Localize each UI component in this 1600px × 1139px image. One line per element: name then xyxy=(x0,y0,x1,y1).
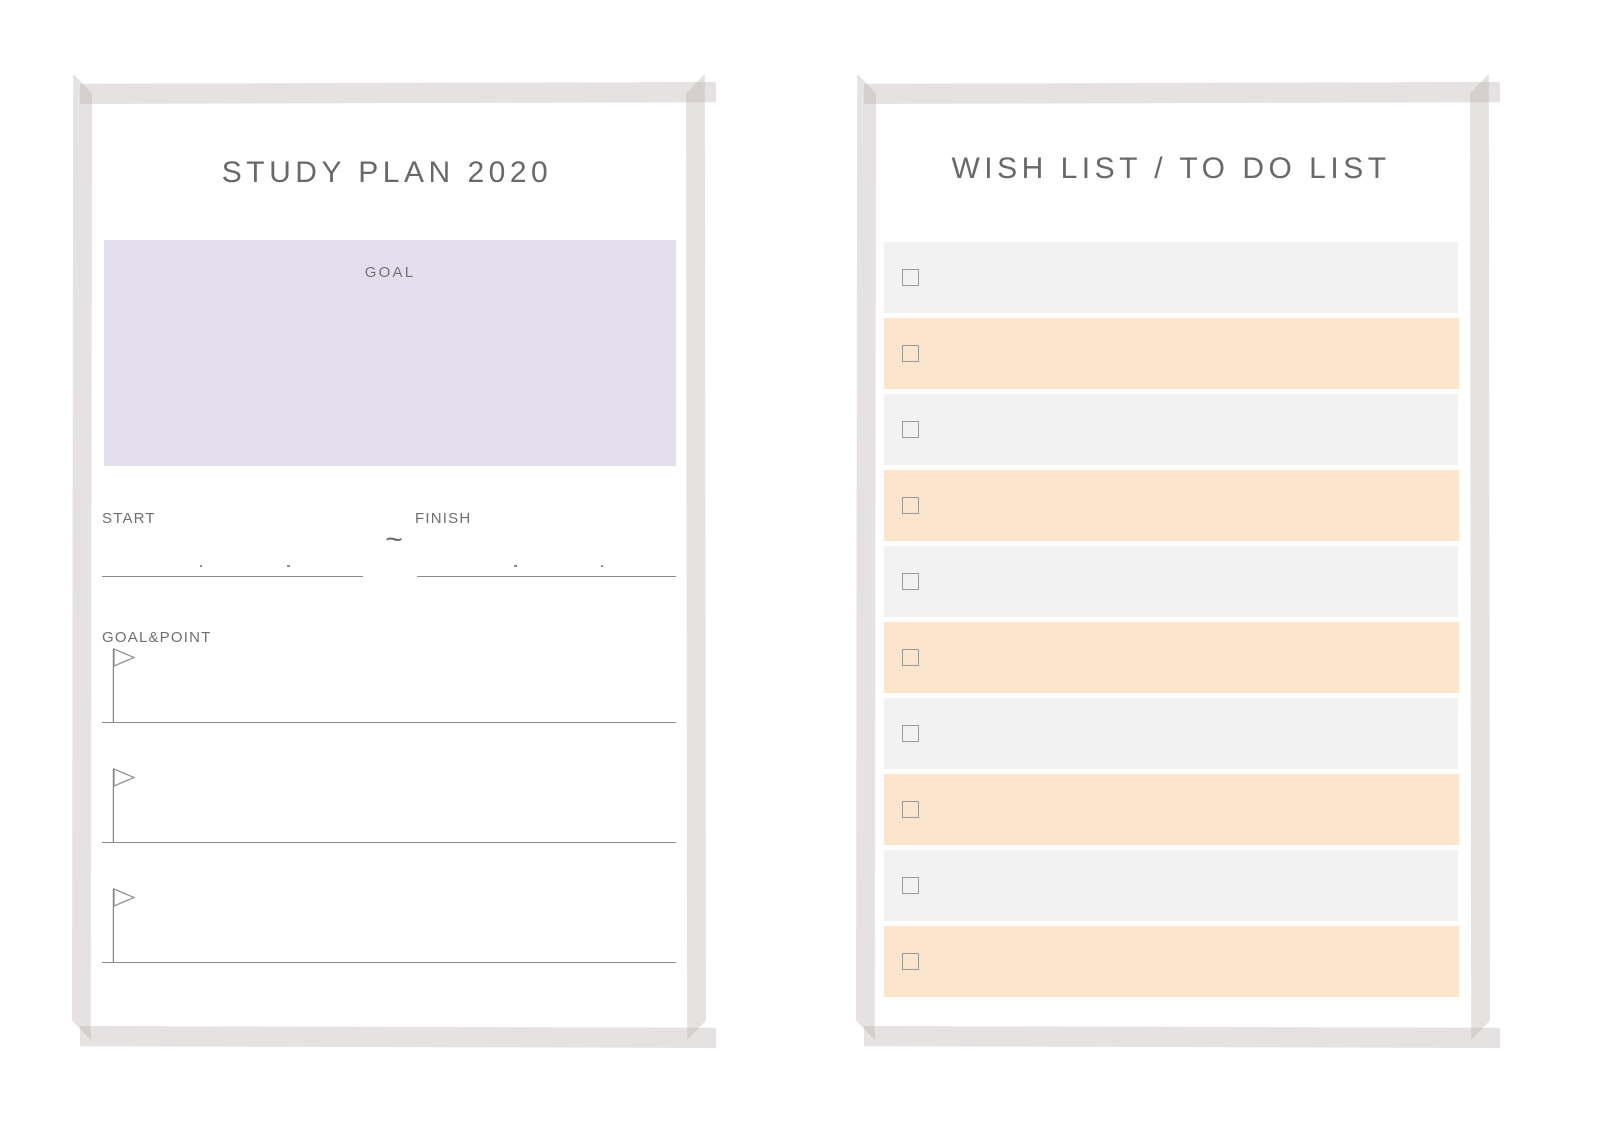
checkbox-icon[interactable] xyxy=(902,649,919,666)
checklist-row[interactable] xyxy=(884,926,1459,997)
finish-date-field[interactable] xyxy=(417,536,676,577)
checklist-row[interactable] xyxy=(884,774,1459,845)
checklist-row[interactable] xyxy=(884,470,1459,541)
flag-icon xyxy=(112,648,146,722)
checklist-row[interactable] xyxy=(884,318,1459,389)
checkbox-icon[interactable] xyxy=(902,953,919,970)
checkbox-icon[interactable] xyxy=(902,421,919,438)
start-label: START xyxy=(102,510,156,527)
page-title: STUDY PLAN 2020 xyxy=(221,156,553,189)
goal-point-row[interactable] xyxy=(102,646,676,723)
date-separator-dot xyxy=(199,564,203,567)
checklist-row-input[interactable] xyxy=(919,698,1458,769)
goal-point-label: GOAL&POINT xyxy=(102,629,212,646)
checklist-row-input[interactable] xyxy=(919,774,1459,845)
checklist-row[interactable] xyxy=(884,394,1458,465)
checklist-row[interactable] xyxy=(884,698,1458,769)
finish-label: FINISH xyxy=(415,510,472,527)
goal-point-row[interactable] xyxy=(102,766,676,843)
start-date-field[interactable] xyxy=(102,536,363,577)
checklist-row[interactable] xyxy=(884,850,1458,921)
planner-spread: STUDY PLAN 2020 GOAL START FINISH ~ GOAL… xyxy=(0,0,1600,1139)
checklist-row-input[interactable] xyxy=(919,394,1458,465)
goal-point-row[interactable] xyxy=(102,886,676,963)
date-separator-dot xyxy=(287,564,290,567)
checklist xyxy=(884,242,1459,1002)
checkbox-icon[interactable] xyxy=(902,497,919,514)
checkbox-icon[interactable] xyxy=(902,877,919,894)
checklist-row-input[interactable] xyxy=(919,622,1459,693)
checkbox-icon[interactable] xyxy=(902,345,919,362)
wish-list-page: WISH LIST / TO DO LIST xyxy=(848,66,1494,1076)
checkbox-icon[interactable] xyxy=(902,573,919,590)
checklist-row[interactable] xyxy=(884,622,1459,693)
date-range-separator: ~ xyxy=(385,523,403,556)
date-separator-dot xyxy=(514,564,517,567)
checkbox-icon[interactable] xyxy=(902,801,919,818)
page-title: WISH LIST / TO DO LIST xyxy=(951,152,1391,185)
checkbox-icon[interactable] xyxy=(902,725,919,742)
checklist-row-input[interactable] xyxy=(919,242,1458,313)
checklist-row-input[interactable] xyxy=(919,546,1458,617)
goal-box-label: GOAL xyxy=(364,264,416,281)
checklist-row-input[interactable] xyxy=(919,926,1459,997)
study-plan-page: STUDY PLAN 2020 GOAL START FINISH ~ GOAL… xyxy=(64,66,710,1076)
checklist-row-input[interactable] xyxy=(919,470,1459,541)
checklist-row-input[interactable] xyxy=(919,850,1458,921)
checklist-row[interactable] xyxy=(884,242,1458,313)
flag-icon xyxy=(112,768,146,842)
checklist-row[interactable] xyxy=(884,546,1458,617)
checkbox-icon[interactable] xyxy=(902,269,919,286)
date-separator-dot xyxy=(600,564,604,567)
checklist-row-input[interactable] xyxy=(919,318,1459,389)
goal-box[interactable]: GOAL xyxy=(104,240,676,466)
flag-icon xyxy=(112,888,146,962)
